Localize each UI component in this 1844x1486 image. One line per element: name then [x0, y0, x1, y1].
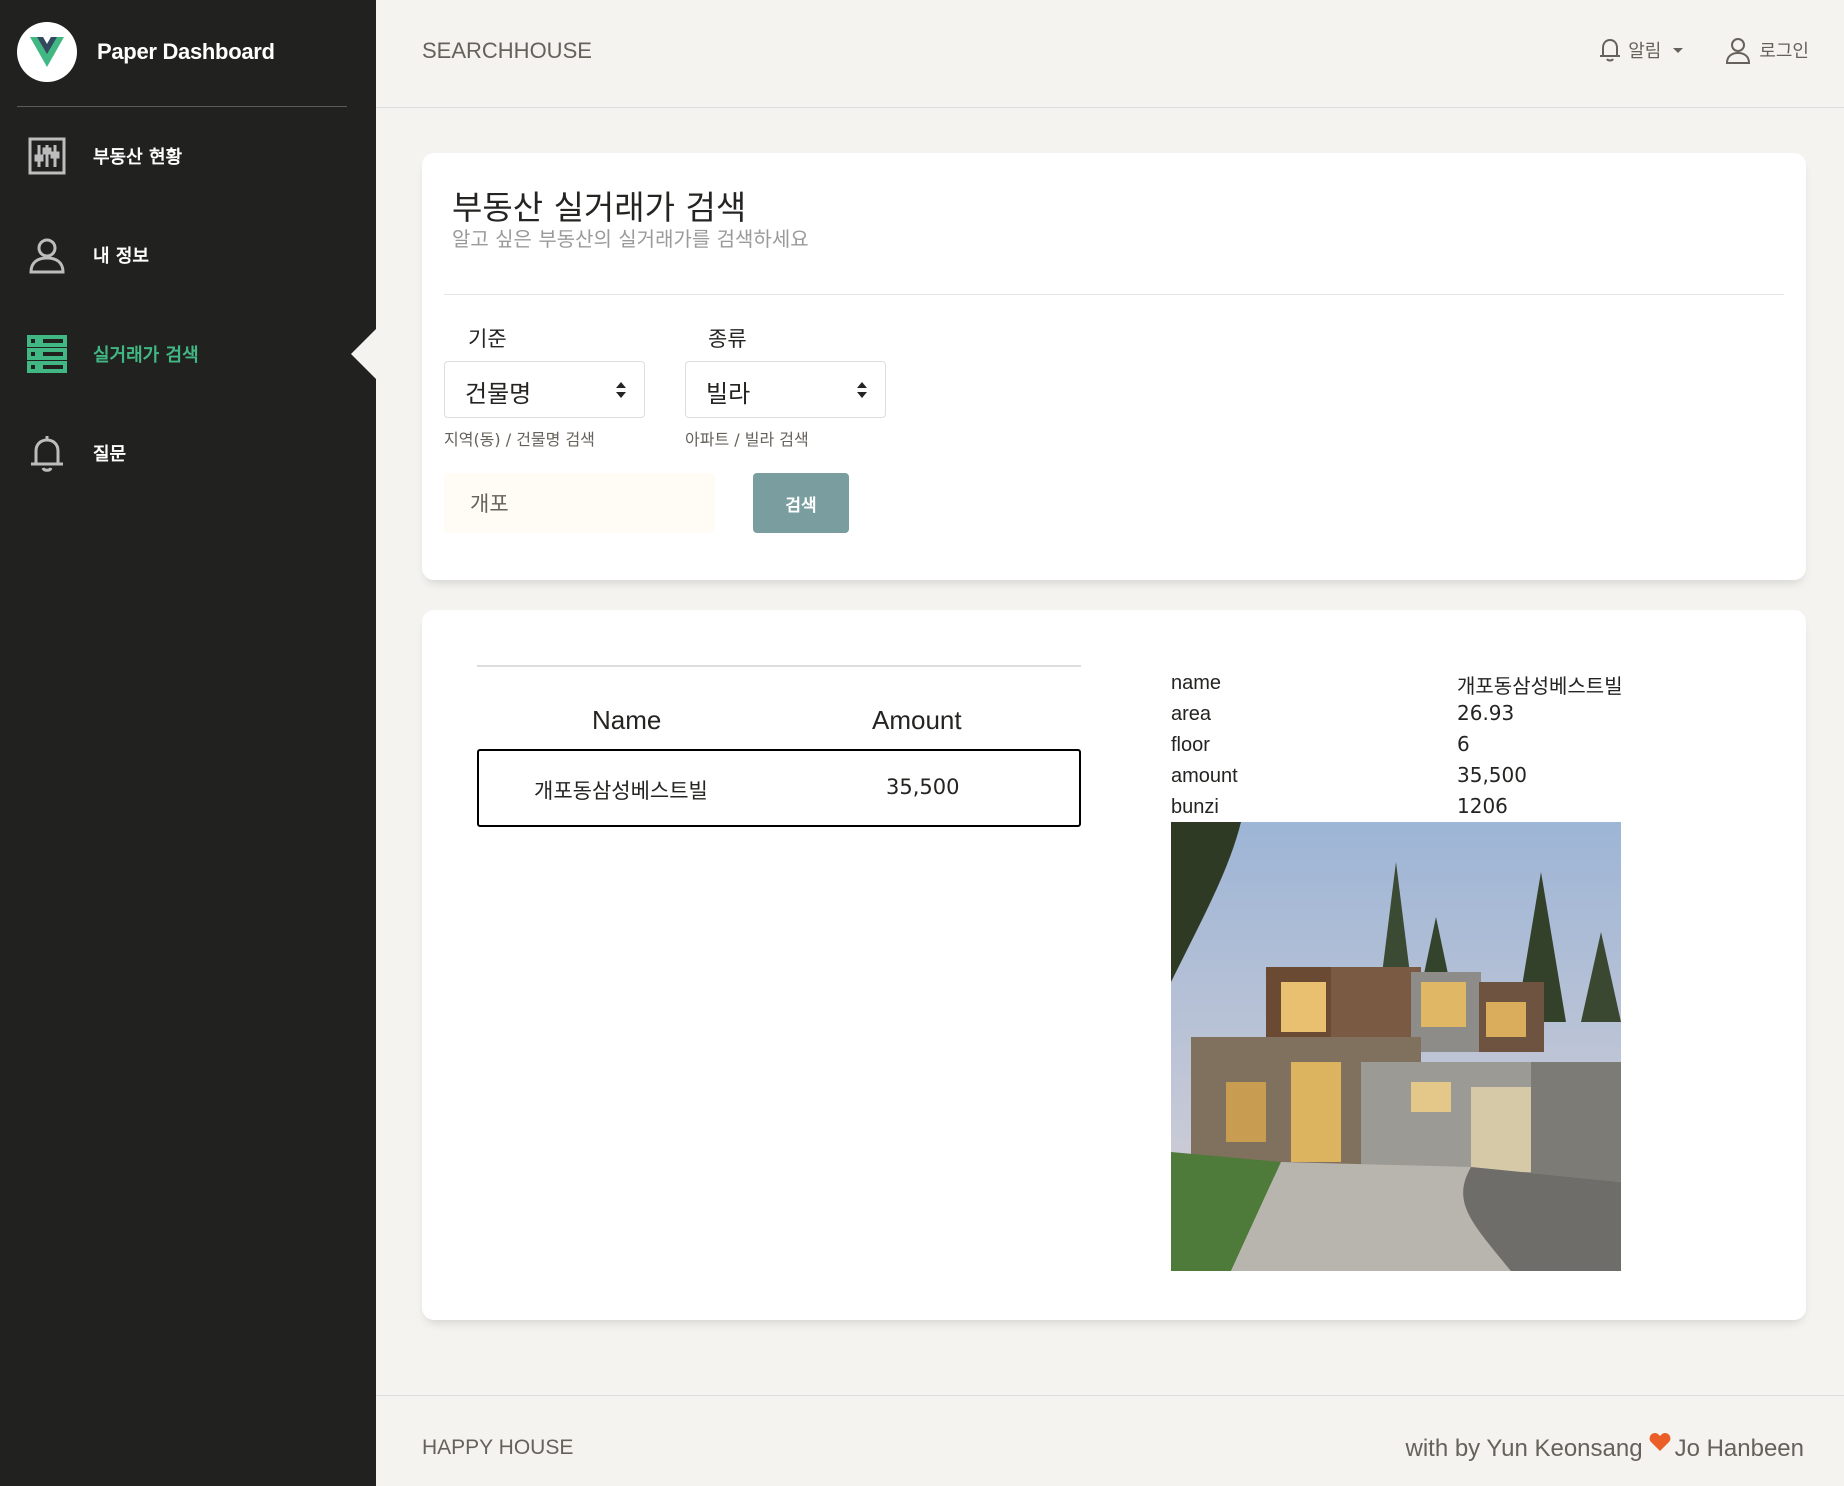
brand-name: Paper Dashboard [97, 39, 275, 64]
sidebar-item-label: 실거래가 검색 [93, 344, 199, 366]
sidebar-item-label: 내 정보 [93, 245, 149, 267]
column-header-amount: Amount [872, 705, 962, 735]
detail-panel: name 개포동삼성베스트빌 area 26.93 floor 6 amount… [1171, 668, 1751, 823]
select-arrows-icon [857, 382, 867, 398]
sidebar: Paper Dashboard 부동산 현황 내 정보 실거래가 검색 질문 [0, 0, 376, 1486]
top-nav-actions: 알림 로그인 [1598, 36, 1809, 64]
notifications-label: 알림 [1628, 41, 1662, 62]
top-navbar: SEARCHHOUSE 알림 로그인 [376, 0, 1844, 108]
result-card: Name Amount 개포동삼성베스트빌 35,500 name 개포동삼성베… [422, 610, 1806, 1320]
type-select[interactable]: 빌라 [685, 361, 886, 418]
user-icon [1725, 36, 1751, 64]
sidebar-item-price-search[interactable]: 실거래가 검색 [0, 304, 376, 403]
page-title: SEARCHHOUSE [422, 38, 592, 63]
view-list-icon [27, 334, 67, 374]
detail-row: name 개포동삼성베스트빌 [1171, 668, 1751, 699]
criteria-label: 기준 [468, 327, 507, 351]
type-label: 종류 [708, 327, 747, 351]
search-title: 부동산 실거래가 검색 [452, 188, 747, 227]
table-row[interactable]: 개포동삼성베스트빌 35,500 [477, 749, 1081, 827]
table-top-border [477, 665, 1081, 667]
equalizer-icon [27, 136, 67, 176]
detail-key: area [1171, 703, 1212, 725]
cell-amount: 35,500 [886, 775, 960, 799]
footer-credits-suffix: Jo Hanbeen [1674, 1435, 1804, 1462]
footer-credits: with by Yun Keonsang Jo Hanbeen [1405, 1432, 1804, 1466]
bell-icon [27, 433, 67, 473]
divider [444, 294, 1784, 295]
bell-icon [1598, 37, 1622, 63]
detail-value: 개포동삼성베스트빌 [1457, 674, 1623, 698]
sidebar-item-real-estate-status[interactable]: 부동산 현황 [0, 106, 376, 205]
sidebar-item-label: 질문 [93, 443, 127, 465]
type-select-value: 빌라 [706, 380, 751, 408]
user-icon [27, 235, 67, 275]
type-help: 아파트 / 빌라 검색 [685, 430, 809, 449]
detail-key: bunzi [1171, 796, 1219, 818]
detail-row: floor 6 [1171, 730, 1751, 761]
detail-row: area 26.93 [1171, 699, 1751, 730]
detail-key: name [1171, 672, 1222, 694]
detail-value: 6 [1457, 732, 1470, 756]
notifications-dropdown[interactable]: 알림 [1598, 37, 1684, 63]
sidebar-item-my-info[interactable]: 내 정보 [0, 205, 376, 304]
search-input[interactable] [444, 473, 715, 533]
search-subtitle: 알고 싶은 부동산의 실거래가를 검색하세요 [452, 227, 809, 251]
login-label: 로그인 [1759, 41, 1809, 62]
chevron-down-icon [1673, 47, 1684, 53]
detail-key: amount [1171, 765, 1238, 787]
login-link[interactable]: 로그인 [1725, 36, 1809, 64]
active-indicator [351, 328, 376, 379]
search-button[interactable]: 검색 [753, 473, 849, 533]
detail-row: amount 35,500 [1171, 761, 1751, 792]
house-photo [1171, 822, 1621, 1271]
detail-value: 35,500 [1457, 763, 1527, 787]
select-arrows-icon [616, 382, 626, 398]
sidebar-item-questions[interactable]: 질문 [0, 403, 376, 502]
cell-name: 개포동삼성베스트빌 [534, 779, 708, 803]
brand[interactable]: Paper Dashboard [17, 20, 275, 84]
criteria-select[interactable]: 건물명 [444, 361, 645, 418]
vue-logo-icon [17, 22, 77, 82]
detail-row: bunzi 1206 [1171, 792, 1751, 823]
detail-key: floor [1171, 734, 1210, 756]
footer-credits-prefix: with by Yun Keonsang [1405, 1435, 1643, 1462]
column-header-name: Name [592, 705, 662, 735]
detail-value: 1206 [1457, 794, 1508, 818]
footer-brand: HAPPY HOUSE [422, 1436, 574, 1459]
heart-icon [1649, 1432, 1671, 1452]
search-card: 부동산 실거래가 검색 알고 싶은 부동산의 실거래가를 검색하세요 기준 건물… [422, 153, 1806, 580]
criteria-select-value: 건물명 [465, 380, 532, 408]
detail-value: 26.93 [1457, 701, 1515, 725]
sidebar-nav: 부동산 현황 내 정보 실거래가 검색 질문 [0, 106, 376, 502]
sidebar-item-label: 부동산 현황 [93, 146, 183, 168]
criteria-help: 지역(동) / 건물명 검색 [444, 430, 595, 449]
footer: HAPPY HOUSE with by Yun Keonsang Jo Hanb… [376, 1395, 1844, 1486]
